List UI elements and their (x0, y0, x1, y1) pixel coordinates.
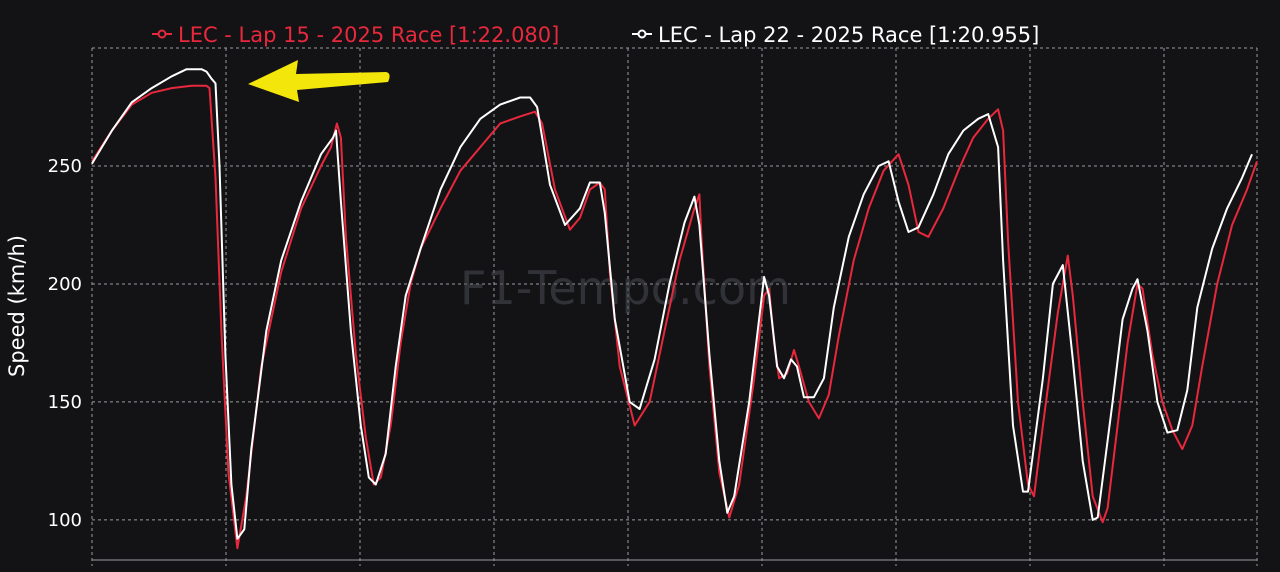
legend-item-lap-15[interactable]: LEC - Lap 15 - 2025 Race [1:22.080] (152, 23, 559, 47)
y-tick-label: 100 (48, 510, 82, 531)
legend-item-lap-22[interactable]: LEC - Lap 22 - 2025 Race [1:20.955] (632, 23, 1039, 47)
legend-marker-lap-15-dot (157, 29, 167, 39)
y-tick-label: 200 (48, 274, 82, 295)
speed-chart: F1-Tempo.com 100 150 200 250 Speed (km/h) L… (0, 0, 1280, 572)
legend-marker-lap-22-dot (637, 29, 647, 39)
y-tick-label: 250 (48, 156, 82, 177)
legend-label-lap-22: LEC - Lap 22 - 2025 Race [1:20.955] (658, 23, 1039, 47)
y-tick-label: 150 (48, 392, 82, 413)
legend-label-lap-15: LEC - Lap 15 - 2025 Race [1:22.080] (178, 23, 559, 47)
watermark-text: F1-Tempo.com (460, 261, 791, 315)
y-axis-label: Speed (km/h) (5, 235, 29, 377)
